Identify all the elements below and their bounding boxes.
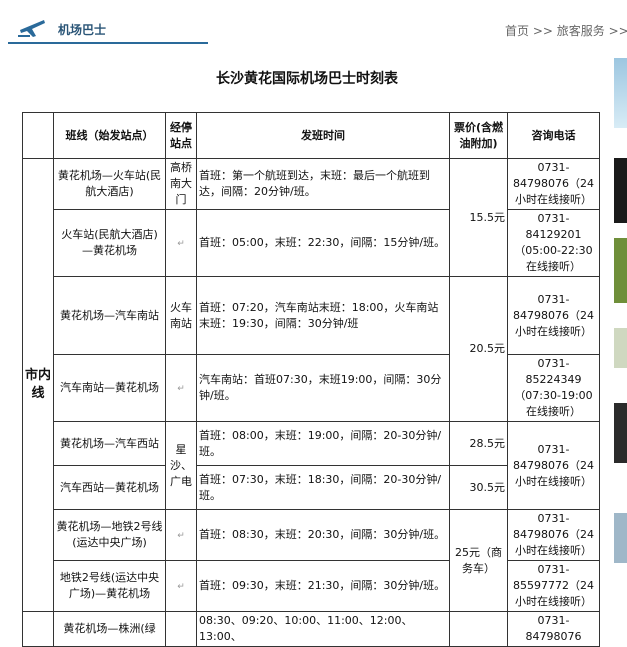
breadcrumb: 首页 >> 旅客服务 >>: [505, 22, 627, 39]
bus-timetable: 班线（始发站点） 经停站点 发班时间 票价(含燃油附加) 咨询电话 市内线 黄花…: [22, 112, 600, 647]
paragraph-mark-icon: ↵: [177, 238, 185, 249]
stops-cell: 火车南站: [165, 276, 197, 355]
schedule-cell: 首班：第一个航班到达，末班：最后一个航班到达，间隔：20分钟/班。: [196, 158, 450, 210]
paragraph-mark-icon: ↵: [177, 530, 185, 541]
phone-cell: 0731-84798076（24小时在线接听）: [507, 158, 600, 210]
schedule-cell: 首班：07:30，末班：18:30，间隔：20-30分钟/班。: [196, 465, 450, 510]
route-cell: 地铁2号线(运达中央广场)—黄花机场: [53, 560, 166, 612]
breadcrumb-passenger-service-link[interactable]: 旅客服务: [557, 24, 605, 38]
table-row: 黄花机场—汽车南站 火车南站 首班：07:20，汽车南站末班：18:00，火车南…: [23, 276, 600, 422]
title-underline: [8, 42, 208, 44]
schedule-cell: 首班：08:00，末班：19:00，间隔：20-30分钟/班。: [196, 421, 450, 466]
page-header: 机场巴士 首页 >> 旅客服务 >>: [0, 0, 627, 44]
phone-cell: 0731-85597772（24小时在线接听）: [507, 560, 600, 612]
stops-cell: 高桥南大门: [165, 158, 197, 210]
route-cell: 火车站(民航大酒店)—黄花机场: [53, 209, 166, 277]
stops-cell: [165, 611, 197, 647]
sidebar-blue-image: [614, 513, 627, 563]
stops-cell: ↵: [165, 209, 197, 277]
price-cell: 15.5元: [449, 158, 508, 277]
route-cell: 黄花机场—汽车西站: [53, 421, 166, 466]
plane-icon: [18, 20, 45, 37]
schedule-cell: 08:30、09:20、10:00、11:00、12:00、13:00、: [196, 611, 450, 647]
section-title: 机场巴士: [58, 23, 107, 37]
sidebar-dark-image-2: [614, 403, 627, 463]
route-cell: 汽车西站—黄花机场: [53, 465, 166, 510]
breadcrumb-separator: >>: [608, 24, 627, 38]
schedule-cell: 首班：08:30，末班：20:30，间隔：30分钟/班。: [196, 509, 450, 561]
price-cell: 28.5元: [449, 421, 508, 466]
table-row: 地铁2号线(运达中央广场)—黄花机场 ↵ 首班：09:30，末班：21:30，间…: [23, 560, 600, 612]
price-cell: 20.5元: [449, 276, 508, 422]
route-cell: 黄花机场—火车站(民航大酒店): [53, 158, 166, 210]
route-cell: 黄花机场—株洲(绿: [53, 611, 166, 647]
zone-label: 市内线: [22, 158, 54, 612]
schedule-cell: 汽车南站：首班07:30，末班19:00，间隔：30分钟/班。: [196, 354, 450, 422]
phone-cell: 0731-84129201（05:00-22:30在线接听）: [507, 209, 600, 277]
stops-cell: ↵: [165, 354, 197, 422]
right-sidebar-images: [614, 58, 627, 574]
sidebar-dark-image: [614, 158, 627, 223]
stops-cell: 星沙、广电: [165, 421, 197, 510]
zone-label-next: [22, 611, 54, 647]
route-cell: 黄花机场—地铁2号线(运达中央广场): [53, 509, 166, 561]
breadcrumb-separator: >>: [532, 24, 553, 38]
paragraph-mark-icon: ↵: [177, 581, 185, 592]
header-price: 票价(含燃油附加): [449, 112, 508, 159]
header-schedule: 发班时间: [196, 112, 450, 159]
table-row: 黄花机场—汽车西站 星沙、广电 首班：08:00，末班：19:00，间隔：20-…: [23, 421, 600, 510]
table-row: 市内线 黄花机场—火车站(民航大酒店) 高桥南大门 首班：第一个航班到达，末班：…: [22, 158, 600, 612]
table-row: 黄花机场—地铁2号线(运达中央广场) ↵ 首班：08:30，末班：20:30，间…: [23, 509, 600, 612]
schedule-cell: 首班：09:30，末班：21:30，间隔：30分钟/班。: [196, 560, 450, 612]
schedule-cell: 首班：05:00，末班：22:30，间隔：15分钟/班。: [196, 209, 450, 277]
phone-cell: 0731-85224349（07:30-19:00在线接听）: [507, 354, 600, 422]
header-route: 班线（始发站点）: [53, 112, 166, 159]
route-cell: 汽车南站—黄花机场: [53, 354, 166, 422]
page-title: 长沙黄花国际机场巴士时刻表: [216, 71, 398, 87]
header-phone: 咨询电话: [507, 112, 600, 159]
table-row: 火车站(民航大酒店)—黄花机场 ↵ 首班：05:00，末班：22:30，间隔：1…: [23, 209, 600, 277]
price-cell: 30.5元: [449, 465, 508, 510]
breadcrumb-home-link[interactable]: 首页: [505, 24, 529, 38]
price-cell: 25元（商务车）: [449, 509, 508, 612]
phone-cell: 0731-84798076（24小时在线接听）: [507, 509, 600, 561]
header-blank-cell: [22, 112, 54, 159]
table-row: 黄花机场—株洲(绿 08:30、09:20、10:00、11:00、12:00、…: [22, 611, 600, 647]
stops-cell: ↵: [165, 560, 197, 612]
route-cell: 黄花机场—汽车南站: [53, 276, 166, 355]
paragraph-mark-icon: ↵: [177, 383, 185, 394]
schedule-cell: 首班：07:20，汽车南站末班：18:00，火车南站末班：19:30，间隔：30…: [196, 276, 450, 355]
table-row: 汽车南站—黄花机场 ↵ 汽车南站：首班07:30，末班19:00，间隔：30分钟…: [23, 354, 600, 422]
sidebar-sky-image: [614, 58, 627, 128]
phone-cell: 0731-84798076: [507, 611, 600, 647]
phone-cell: 0731-84798076（24小时在线接听）: [507, 421, 600, 510]
sidebar-green-image: [614, 238, 627, 303]
header-stops: 经停站点: [165, 112, 197, 159]
stops-cell: ↵: [165, 509, 197, 561]
table-header-row: 班线（始发站点） 经停站点 发班时间 票价(含燃油附加) 咨询电话: [22, 112, 600, 159]
phone-cell: 0731-84798076（24小时在线接听）: [507, 276, 600, 355]
sidebar-light-image: [614, 328, 627, 368]
price-cell: [449, 611, 508, 647]
